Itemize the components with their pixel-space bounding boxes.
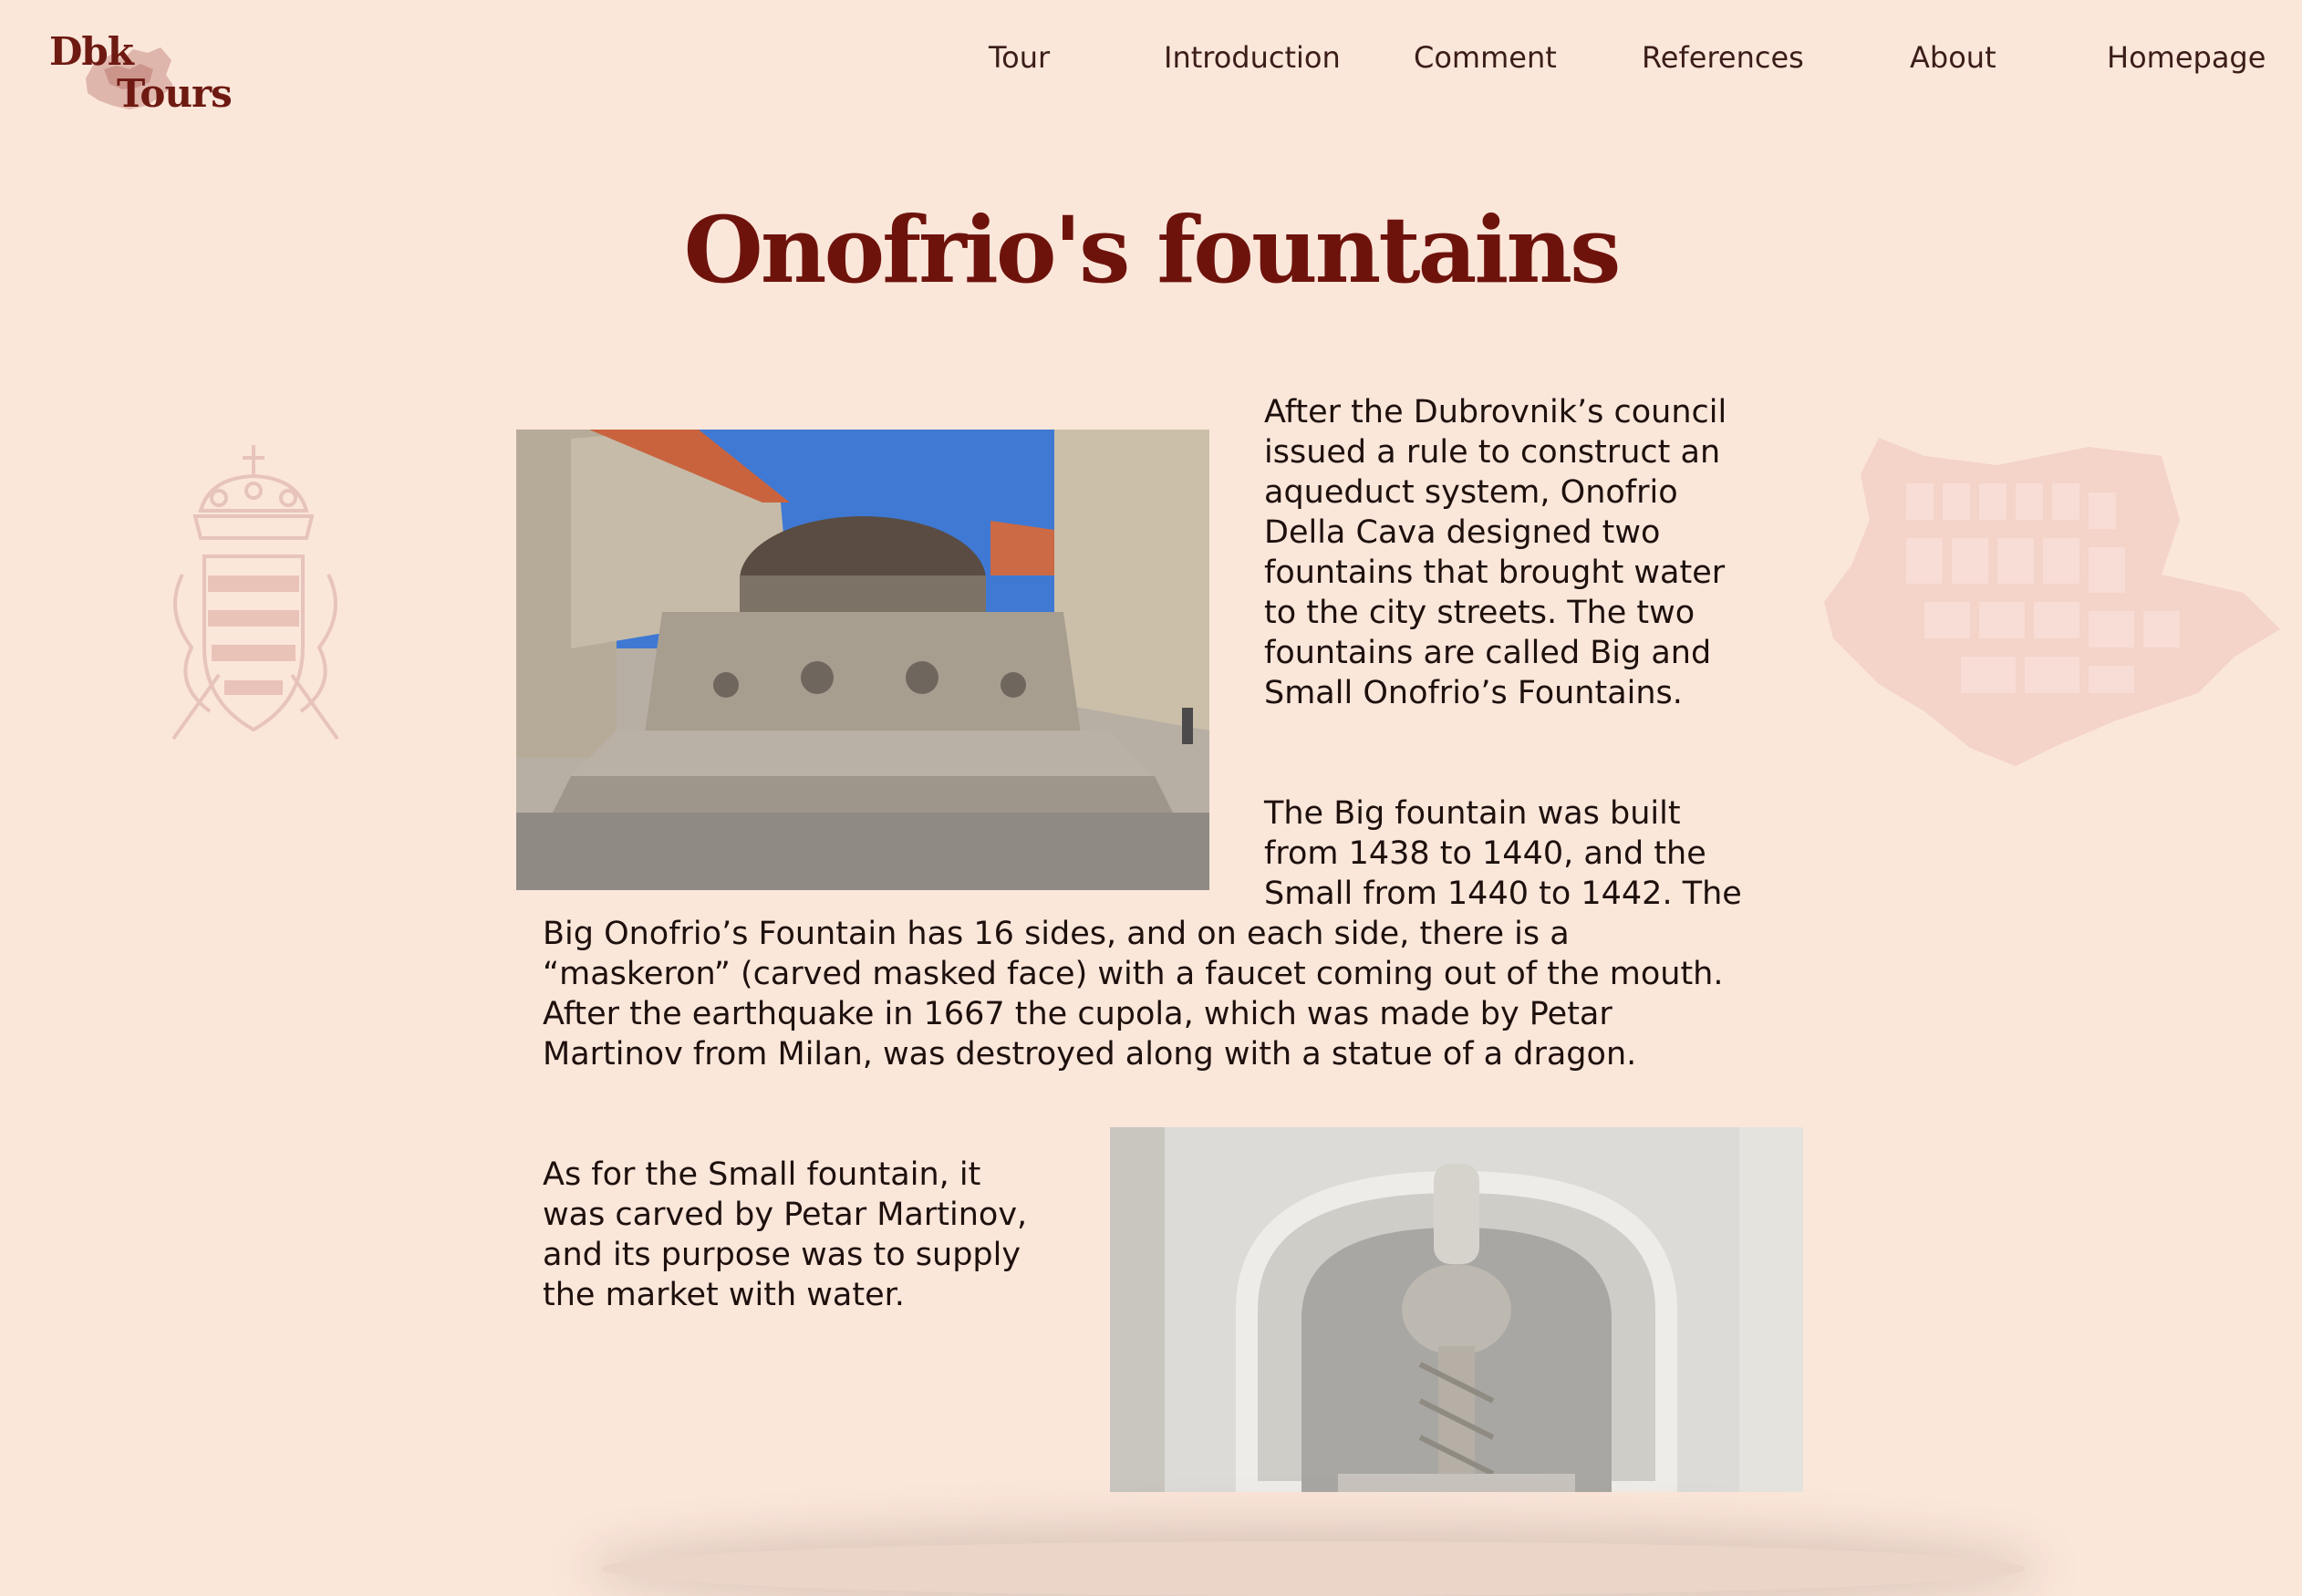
paragraph-small-fountain: As for the Small fountain, it was carved… [543,1156,1028,1313]
article-content: After the Dubrovnik’s council issued a r… [516,392,1803,1492]
big-fountain-image [516,430,1209,890]
nav-item-tour[interactable]: Tour [989,40,1050,75]
nav-item-about[interactable]: About [1910,40,1996,75]
small-fountain-image [1110,1127,1803,1492]
nav-item-introduction[interactable]: Introduction [1164,40,1341,75]
small-fountain-photo [1110,1127,1803,1492]
coat-of-arms-icon [171,445,339,741]
nav-item-comment[interactable]: Comment [1414,40,1557,75]
city-map-icon [1824,438,2280,766]
nav-item-homepage[interactable]: Homepage [2107,40,2266,75]
page-title: Onofrio's fountains [683,196,1622,304]
bottom-shadow [602,1541,2025,1596]
nav-item-references[interactable]: References [1642,40,1804,75]
big-fountain-photo [516,430,1209,890]
main-nav: Tour Introduction Comment References Abo… [0,40,2302,86]
